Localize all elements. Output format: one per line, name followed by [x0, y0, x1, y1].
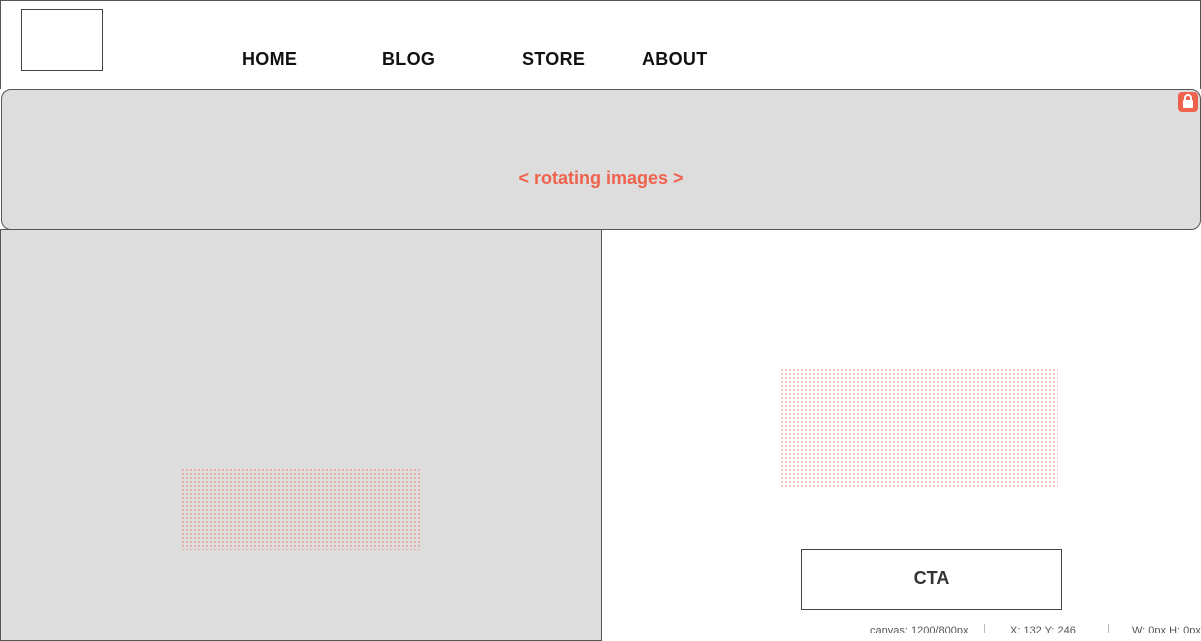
header-bar: HOME BLOG STORE ABOUT [0, 0, 1201, 89]
canvas-size-readout: canvas: 1200/800px [870, 625, 969, 633]
cta-button[interactable]: CTA [801, 549, 1062, 610]
cursor-coords-readout: X: 132 Y: 246 [1010, 625, 1076, 633]
selection-size-readout: W: 0px H: 0px [1132, 625, 1201, 633]
nav-blog[interactable]: BLOG [382, 49, 435, 70]
rotating-images-banner[interactable]: < rotating images > [1, 89, 1201, 230]
banner-label: < rotating images > [518, 168, 684, 188]
status-divider [1108, 624, 1109, 633]
right-content-placeholder[interactable] [780, 368, 1058, 488]
nav-store[interactable]: STORE [522, 49, 585, 70]
lock-icon-glyph [1183, 94, 1193, 108]
nav-about[interactable]: ABOUT [642, 49, 708, 70]
logo-placeholder[interactable] [21, 9, 103, 71]
lock-icon[interactable] [1178, 92, 1198, 112]
left-image-panel[interactable] [0, 229, 602, 641]
left-content-placeholder[interactable] [181, 468, 421, 550]
nav-home[interactable]: HOME [242, 49, 297, 70]
status-divider [984, 624, 985, 633]
status-bar: canvas: 1200/800px X: 132 Y: 246 W: 0px … [860, 624, 1201, 633]
